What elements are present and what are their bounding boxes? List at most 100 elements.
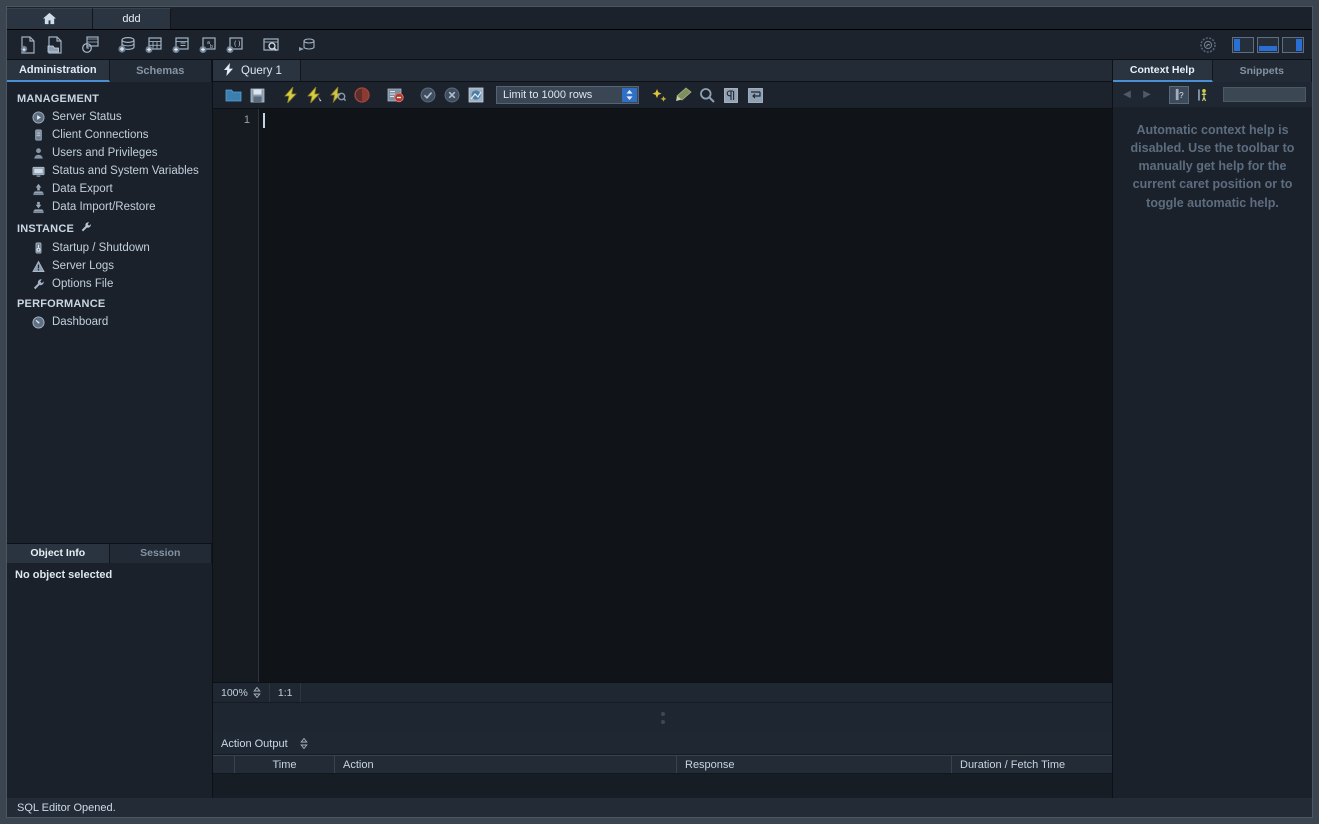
search-data-button[interactable] — [258, 33, 284, 57]
sidebar-item-options-file[interactable]: Options File — [7, 275, 212, 293]
sidebar-label: Users and Privileges — [52, 147, 158, 159]
stop-execution-button[interactable] — [350, 84, 374, 106]
reconnect-server-button[interactable] — [294, 33, 320, 57]
mysql-logo-button[interactable] — [1195, 33, 1221, 57]
create-schema-button[interactable] — [114, 33, 140, 57]
sidebar-item-server-logs[interactable]: Server Logs — [7, 257, 212, 275]
chevron-updown-icon — [622, 88, 637, 102]
toggle-autocomplete-button[interactable] — [671, 84, 695, 106]
home-tab[interactable] — [7, 8, 93, 29]
object-info-tab-strip: Object Info Session — [7, 542, 212, 563]
sidebar-item-data-export[interactable]: Data Export — [7, 180, 212, 198]
editor-status-row: 100% 1:1 — [213, 683, 1112, 703]
sidebar-item-client-connections[interactable]: Client Connections — [7, 126, 212, 144]
toggle-automatic-help-button[interactable] — [1193, 88, 1211, 102]
column-header-response[interactable]: Response — [677, 756, 952, 773]
column-header-icon[interactable] — [213, 756, 235, 773]
execute-statement-button[interactable] — [278, 84, 302, 106]
sidebar-label: Server Logs — [52, 260, 115, 272]
help-back-button[interactable]: ◀ — [1119, 89, 1135, 100]
context-help-toolbar: ◀ ▶ ? — [1113, 82, 1312, 107]
table-header-row: Time Action Response Duration / Fetch Ti… — [213, 755, 1112, 774]
import-down-icon — [31, 200, 45, 214]
manual-help-button[interactable]: ? — [1169, 85, 1189, 104]
sidebar-item-users-and-privileges[interactable]: Users and Privileges — [7, 144, 212, 162]
editor-area: Query 1 Limit to 1000 rows 1 100% 1:1 Ac… — [213, 60, 1112, 798]
administration-nav-list: MANAGEMENT Server Status Client Connecti… — [7, 82, 212, 543]
stepper-icon — [253, 687, 261, 698]
toggle-sidebar-button[interactable] — [1232, 36, 1254, 53]
column-header-action[interactable]: Action — [335, 756, 677, 773]
execute-current-statement-button[interactable] — [302, 84, 326, 106]
user-icon — [31, 146, 45, 160]
rollback-button[interactable] — [440, 84, 464, 106]
column-header-time[interactable]: Time — [235, 756, 335, 773]
editor-tab-filler — [300, 60, 1112, 81]
sidebar-item-server-status[interactable]: Server Status — [7, 108, 212, 126]
sidebar-item-dashboard[interactable]: Dashboard — [7, 313, 212, 331]
tab-snippets[interactable]: Snippets — [1212, 60, 1312, 82]
tab-object-info[interactable]: Object Info — [7, 543, 110, 563]
group-header-management: MANAGEMENT — [7, 88, 212, 108]
context-help-search-input[interactable] — [1223, 87, 1306, 102]
tab-object-info-label: Object Info — [30, 547, 86, 559]
wrench-icon — [31, 277, 45, 291]
tab-snippets-label: Snippets — [1239, 65, 1284, 77]
create-table-button[interactable] — [141, 33, 167, 57]
main-toolbar: ab () — [7, 30, 1312, 60]
output-splitter[interactable] — [213, 703, 1112, 733]
save-script-button[interactable] — [245, 84, 269, 106]
caret-position-value: 1:1 — [277, 686, 293, 699]
status-bar: SQL Editor Opened. — [7, 798, 1312, 817]
svg-text:?: ? — [1179, 90, 1184, 100]
sidebar-label: Status and System Variables — [52, 165, 199, 177]
tab-schemas[interactable]: Schemas — [109, 60, 212, 82]
sidebar-item-startup-shutdown[interactable]: Startup / Shutdown — [7, 239, 212, 257]
new-sql-tab-button[interactable] — [15, 33, 41, 57]
create-procedure-button[interactable]: ab — [195, 33, 221, 57]
editor-text-area[interactable] — [259, 109, 1112, 682]
sidebar-filler — [7, 586, 212, 798]
find-button[interactable] — [695, 84, 719, 106]
sidebar-item-data-import-restore[interactable]: Data Import/Restore — [7, 198, 212, 216]
create-function-button[interactable]: () — [222, 33, 248, 57]
toggle-stop-on-error-button[interactable] — [383, 84, 407, 106]
server-rack-icon — [31, 128, 45, 142]
column-header-duration[interactable]: Duration / Fetch Time — [952, 756, 1112, 773]
text-caret — [263, 113, 265, 128]
help-forward-button[interactable]: ▶ — [1139, 89, 1155, 100]
toggle-output-button[interactable] — [1257, 36, 1279, 53]
tab-session[interactable]: Session — [109, 543, 212, 563]
row-limit-value: Limit to 1000 rows — [503, 89, 593, 101]
editor-gutter: 1 — [213, 109, 259, 682]
query-tab-1[interactable]: Query 1 — [213, 60, 301, 81]
open-sql-script-button[interactable] — [42, 33, 68, 57]
commit-button[interactable] — [416, 84, 440, 106]
toggle-secondary-sidebar-button[interactable] — [1282, 36, 1304, 53]
tab-context-help[interactable]: Context Help — [1113, 60, 1213, 82]
object-info-content: No object selected — [15, 568, 113, 581]
editor-zoom-control[interactable]: 100% — [213, 683, 270, 702]
editor-zoom-value: 100% — [221, 686, 248, 699]
beautify-query-button[interactable] — [647, 84, 671, 106]
sidebar-tab-strip: Administration Schemas — [7, 60, 212, 82]
save-sql-script-button[interactable] — [78, 33, 104, 57]
tab-administration[interactable]: Administration — [7, 60, 110, 82]
create-view-button[interactable] — [168, 33, 194, 57]
toggle-invisible-chars-button[interactable] — [719, 84, 743, 106]
sql-editor[interactable]: 1 — [213, 109, 1112, 683]
wrench-icon — [80, 221, 92, 236]
row-limit-select[interactable]: Limit to 1000 rows — [496, 86, 639, 104]
wrap-lines-button[interactable] — [743, 84, 767, 106]
sidebar-label: Data Import/Restore — [52, 201, 156, 213]
explain-statement-button[interactable] — [326, 84, 350, 106]
editor-tab-strip: Query 1 — [213, 60, 1112, 82]
toggle-autocommit-button[interactable] — [464, 84, 488, 106]
status-bar-message: SQL Editor Opened. — [17, 801, 116, 814]
connection-tab[interactable]: ddd — [93, 8, 171, 29]
query-tab-1-label: Query 1 — [241, 64, 282, 77]
sidebar-item-status-and-system-variables[interactable]: Status and System Variables — [7, 162, 212, 180]
open-script-button[interactable] — [221, 84, 245, 106]
output-selector-chevron-icon[interactable] — [299, 738, 308, 749]
output-selector-label[interactable]: Action Output — [221, 738, 288, 750]
